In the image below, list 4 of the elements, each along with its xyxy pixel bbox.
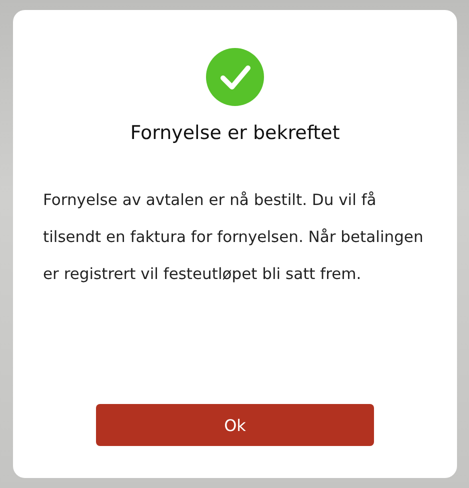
checkmark-icon <box>206 48 264 106</box>
ok-button[interactable]: Ok <box>96 404 374 446</box>
dialog-title: Fornyelse er bekreftet <box>130 122 340 144</box>
dialog-message: Fornyelse av avtalen er nå bestilt. Du vil få tilsendt en faktura for fornyelsen. Når betalingen er registrert vil festeutløpet bli satt frem. <box>43 190 424 285</box>
